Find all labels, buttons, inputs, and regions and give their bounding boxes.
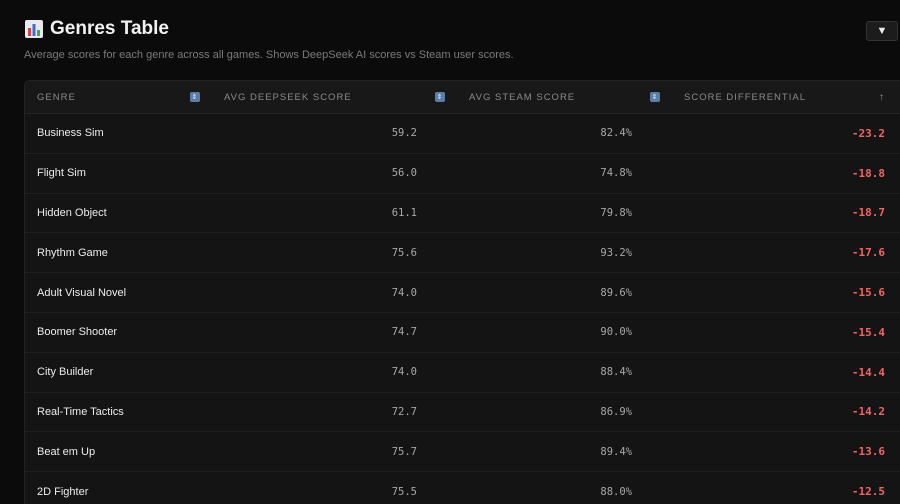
cell-genre: Hidden Object bbox=[37, 206, 107, 219]
column-header-avg-steam-score[interactable]: Avg Steam Score ⇕ bbox=[457, 81, 672, 113]
sort-toggle-icon[interactable]: ⇕ bbox=[435, 92, 445, 102]
cell-steam-score: 89.6% bbox=[600, 286, 632, 299]
cell-genre: Real-Time Tactics bbox=[37, 405, 124, 418]
cell-genre: Flight Sim bbox=[37, 167, 86, 180]
cell-score-differential: -13.6 bbox=[851, 445, 885, 459]
bar-chart-icon bbox=[25, 20, 43, 38]
page-subtitle: Average scores for each genre across all… bbox=[24, 49, 514, 61]
cell-score-differential: -17.6 bbox=[851, 246, 885, 260]
genres-page: Genres Table Average scores for each gen… bbox=[0, 0, 900, 504]
cell-deepseek-score: 56.0 bbox=[391, 167, 417, 180]
cell-steam-score: 86.9% bbox=[600, 405, 632, 418]
table-header: Genre ⇕ Avg DeepSeek Score ⇕ Avg Steam S… bbox=[25, 81, 900, 114]
cell-score-differential: -12.5 bbox=[851, 485, 885, 499]
cell-deepseek-score: 72.7 bbox=[391, 405, 417, 418]
sort-toggle-icon[interactable]: ⇕ bbox=[190, 92, 200, 102]
table-row[interactable]: Boomer Shooter 74.7 90.0% -15.4 bbox=[25, 313, 900, 353]
sort-ascending-arrow-icon[interactable]: ↑ bbox=[879, 92, 885, 103]
cell-steam-score: 89.4% bbox=[600, 445, 632, 458]
cell-steam-score: 90.0% bbox=[600, 326, 632, 339]
cell-score-differential: -14.2 bbox=[851, 405, 885, 419]
cell-genre: Boomer Shooter bbox=[37, 326, 118, 339]
cell-steam-score: 79.8% bbox=[600, 206, 632, 219]
sort-toggle-icon[interactable]: ⇕ bbox=[650, 92, 660, 102]
column-header-score-differential[interactable]: Score Differential ↑ bbox=[672, 81, 899, 113]
cell-steam-score: 88.0% bbox=[600, 485, 632, 498]
cell-genre: 2D Fighter bbox=[37, 485, 89, 498]
table-row[interactable]: Real-Time Tactics 72.7 86.9% -14.2 bbox=[25, 393, 900, 433]
cell-deepseek-score: 74.0 bbox=[391, 286, 417, 299]
table-row[interactable]: 2D Fighter 75.5 88.0% -12.5 bbox=[25, 472, 900, 504]
cell-genre: Adult Visual Novel bbox=[37, 286, 127, 299]
genres-table: Genre ⇕ Avg DeepSeek Score ⇕ Avg Steam S… bbox=[24, 80, 900, 504]
cell-deepseek-score: 59.2 bbox=[391, 127, 417, 140]
cell-genre: Business Sim bbox=[37, 127, 104, 140]
column-header-label: Genre bbox=[37, 91, 76, 103]
cell-deepseek-score: 75.7 bbox=[391, 445, 417, 458]
column-header-avg-deepseek-score[interactable]: Avg DeepSeek Score ⇕ bbox=[212, 81, 457, 113]
cell-deepseek-score: 75.5 bbox=[391, 485, 417, 498]
cell-score-differential: -18.7 bbox=[851, 206, 885, 220]
cell-steam-score: 74.8% bbox=[600, 167, 632, 180]
cell-genre: Beat em Up bbox=[37, 445, 96, 458]
collapse-toggle-button[interactable]: ▼ bbox=[866, 21, 898, 41]
cell-genre: Rhythm Game bbox=[37, 246, 108, 259]
table-body: Business Sim 59.2 82.4% -23.2 Flight Sim… bbox=[25, 114, 900, 504]
cell-genre: City Builder bbox=[37, 366, 94, 379]
cell-deepseek-score: 61.1 bbox=[391, 206, 417, 219]
cell-deepseek-score: 75.6 bbox=[391, 246, 417, 259]
column-header-label: Score Differential bbox=[684, 91, 806, 103]
cell-score-differential: -18.8 bbox=[851, 166, 885, 180]
cell-score-differential: -23.2 bbox=[851, 126, 885, 140]
page-title-text: Genres Table bbox=[50, 18, 169, 39]
table-row[interactable]: Business Sim 59.2 82.4% -23.2 bbox=[25, 114, 900, 154]
table-row[interactable]: Beat em Up 75.7 89.4% -13.6 bbox=[25, 432, 900, 473]
cell-steam-score: 93.2% bbox=[600, 246, 632, 259]
column-header-label: Avg DeepSeek Score bbox=[224, 91, 352, 103]
page-header: Genres Table Average scores for each gen… bbox=[24, 0, 900, 80]
table-row[interactable]: Hidden Object 61.1 79.8% -18.7 bbox=[25, 194, 900, 234]
table-row[interactable]: Flight Sim 56.0 74.8% -18.8 bbox=[25, 154, 900, 194]
cell-score-differential: -14.4 bbox=[851, 365, 885, 379]
table-row[interactable]: Rhythm Game 75.6 93.2% -17.6 bbox=[25, 233, 900, 274]
column-header-label: Avg Steam Score bbox=[469, 91, 576, 103]
page-title: Genres Table bbox=[24, 18, 169, 40]
cell-score-differential: -15.6 bbox=[851, 286, 885, 300]
cell-deepseek-score: 74.0 bbox=[391, 366, 417, 379]
cell-score-differential: -15.4 bbox=[851, 325, 885, 339]
table-row[interactable]: Adult Visual Novel 74.0 89.6% -15.6 bbox=[25, 273, 900, 313]
table-row[interactable]: City Builder 74.0 88.4% -14.4 bbox=[25, 353, 900, 393]
column-header-genre[interactable]: Genre ⇕ bbox=[25, 81, 212, 113]
cell-deepseek-score: 74.7 bbox=[391, 326, 417, 339]
cell-steam-score: 88.4% bbox=[600, 366, 632, 379]
cell-steam-score: 82.4% bbox=[600, 127, 632, 140]
